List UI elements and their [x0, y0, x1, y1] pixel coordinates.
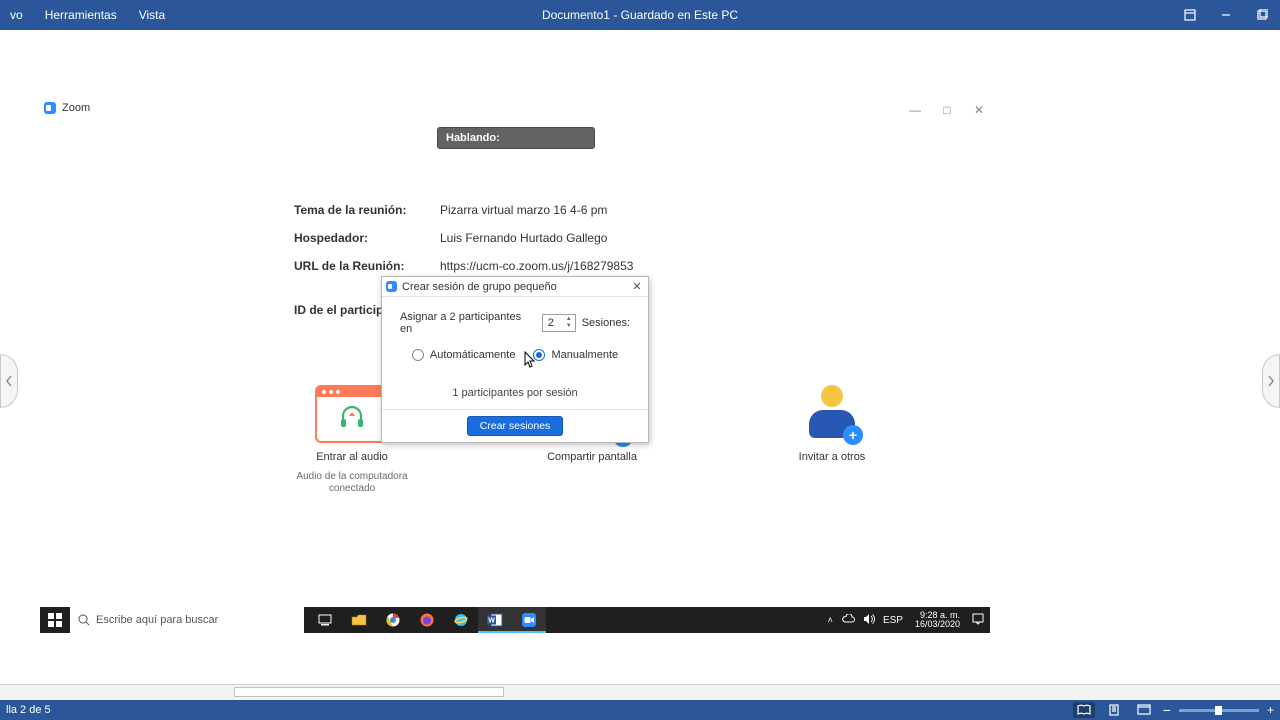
- word-status-bar: lla 2 de 5 − +: [0, 700, 1280, 720]
- info-row-host: Hospedador: Luis Fernando Hurtado Galleg…: [294, 231, 834, 245]
- breakout-assign-prefix: Asignar a 2 participantes en: [400, 311, 536, 335]
- url-label: URL de la Reunión:: [294, 259, 440, 273]
- headphones-icon: [337, 402, 367, 432]
- tile-share-caption: Compartir pantalla: [547, 451, 637, 463]
- taskbar-app-ie[interactable]: [444, 607, 478, 633]
- view-read-mode-icon[interactable]: [1073, 702, 1095, 718]
- status-page-indicator[interactable]: lla 2 de 5: [6, 704, 51, 716]
- tray-clock[interactable]: 9:28 a. m. 16/03/2020: [911, 611, 964, 629]
- host-label: Hospedador:: [294, 231, 440, 245]
- tray-date: 16/03/2020: [915, 620, 960, 629]
- word-maximize-icon[interactable]: [1244, 0, 1280, 30]
- word-doc-title: Documento1 - Guardado en Este PC: [542, 8, 738, 22]
- create-sessions-button[interactable]: Crear sesiones: [467, 416, 564, 436]
- word-menu: vo Herramientas Vista: [0, 2, 173, 28]
- view-web-layout-icon[interactable]: [1133, 702, 1155, 718]
- speaking-indicator: Hablando:: [437, 127, 595, 149]
- radio-icon: [533, 349, 545, 361]
- menu-vista[interactable]: Vista: [131, 2, 173, 28]
- horizontal-scrollbar[interactable]: [0, 684, 1280, 700]
- zoom-minimize-icon[interactable]: —: [908, 103, 922, 117]
- radio-icon: [412, 349, 424, 361]
- breakout-dialog-footer: Crear sesiones: [382, 409, 648, 442]
- taskbar-app-zoom[interactable]: [512, 607, 546, 633]
- zoom-window-controls: — □ ✕: [908, 103, 986, 117]
- taskbar-app-firefox[interactable]: [410, 607, 444, 633]
- breakout-assign-row: Asignar a 2 participantes en 2 ▲▼ Sesion…: [400, 311, 630, 335]
- zoom-window-title: Zoom: [62, 102, 90, 114]
- taskbar-app-word[interactable]: W: [478, 607, 512, 633]
- taskbar-app-taskview[interactable]: [308, 607, 342, 633]
- tile-join-audio-caption: Entrar al audio: [316, 451, 388, 463]
- person-icon: +: [805, 385, 859, 443]
- speaking-label: Hablando:: [446, 132, 500, 144]
- zoom-logo-icon: [44, 102, 56, 114]
- word-title-bar: vo Herramientas Vista Documento1 - Guard…: [0, 0, 1280, 30]
- svg-text:W: W: [488, 618, 495, 625]
- windows-logo-icon: [48, 613, 62, 627]
- breakout-dialog-title: Crear sesión de grupo pequeño: [402, 281, 557, 293]
- spinner-arrows-icon[interactable]: ▲▼: [564, 316, 574, 330]
- zoom-logo-icon: [386, 281, 397, 292]
- menu-archivo[interactable]: vo: [2, 2, 31, 28]
- url-value: https://ucm-co.zoom.us/j/168279853: [440, 259, 633, 273]
- word-minimize-icon[interactable]: [1208, 0, 1244, 30]
- search-icon: [78, 614, 90, 626]
- breakout-count-value: 2: [548, 317, 554, 329]
- breakout-count-spinner[interactable]: 2 ▲▼: [542, 314, 576, 332]
- breakout-mode-radios: Automáticamente Manualmente: [400, 349, 630, 361]
- start-button[interactable]: [40, 607, 70, 633]
- tile-invite-others[interactable]: + Invitar a otros: [772, 385, 892, 495]
- word-fullscreen-icon[interactable]: [1172, 0, 1208, 30]
- taskbar-apps: W: [308, 607, 546, 633]
- add-person-badge-icon: +: [843, 425, 863, 445]
- zoom-close-icon[interactable]: ✕: [972, 103, 986, 117]
- taskbar-app-chrome[interactable]: [376, 607, 410, 633]
- zoom-window-titlebar: Zoom: [40, 99, 990, 117]
- breakout-dialog: Crear sesión de grupo pequeño ✕ Asignar …: [381, 276, 649, 443]
- host-value: Luis Fernando Hurtado Gallego: [440, 231, 607, 245]
- page-next-arrow[interactable]: [1262, 354, 1280, 408]
- radio-automatic-label: Automáticamente: [430, 349, 516, 361]
- breakout-close-icon[interactable]: ✕: [630, 280, 644, 293]
- topic-value: Pizarra virtual marzo 16 4-6 pm: [440, 203, 607, 217]
- windows-taskbar: Escribe aquí para buscar W ˄ ESP 9:28 a.…: [40, 607, 990, 633]
- tile-join-audio-frame: [315, 385, 389, 443]
- tray-notifications-icon[interactable]: [972, 613, 984, 628]
- menu-herramientas[interactable]: Herramientas: [37, 2, 125, 28]
- zoom-maximize-icon[interactable]: □: [940, 103, 954, 117]
- info-row-url: URL de la Reunión: https://ucm-co.zoom.u…: [294, 259, 834, 273]
- breakout-per-session: 1 participantes por sesión: [400, 387, 630, 399]
- zoom-out-icon[interactable]: −: [1163, 706, 1171, 714]
- tray-chevron-up-icon[interactable]: ˄: [828, 615, 833, 625]
- word-window-controls: [1172, 0, 1280, 30]
- tile-invite-frame: +: [795, 385, 869, 443]
- zoom-in-icon[interactable]: +: [1267, 706, 1274, 714]
- zoom-window: Zoom — □ ✕ Hablando: Tema de la reunión:…: [40, 99, 990, 639]
- tray-language[interactable]: ESP: [883, 615, 903, 626]
- info-row-topic: Tema de la reunión: Pizarra virtual marz…: [294, 203, 834, 217]
- topic-label: Tema de la reunión:: [294, 203, 440, 217]
- tray-cloud-icon[interactable]: [841, 614, 855, 627]
- taskbar-tray: ˄ ESP 9:28 a. m. 16/03/2020: [828, 611, 990, 629]
- tile-invite-caption: Invitar a otros: [799, 451, 866, 463]
- taskbar-search-placeholder: Escribe aquí para buscar: [96, 614, 218, 626]
- page-prev-arrow[interactable]: [0, 354, 18, 408]
- tray-volume-icon[interactable]: [863, 614, 875, 627]
- taskbar-search[interactable]: Escribe aquí para buscar: [70, 607, 304, 633]
- view-print-layout-icon[interactable]: [1103, 702, 1125, 718]
- breakout-dialog-header: Crear sesión de grupo pequeño ✕: [382, 277, 648, 297]
- document-area: Zoom — □ ✕ Hablando: Tema de la reunión:…: [0, 30, 1280, 700]
- zoom-slider-knob[interactable]: [1215, 706, 1222, 715]
- zoom-slider[interactable]: [1179, 709, 1259, 712]
- scrollbar-thumb[interactable]: [234, 687, 504, 697]
- taskbar-app-explorer[interactable]: [342, 607, 376, 633]
- radio-manual-label: Manualmente: [551, 349, 618, 361]
- tile-join-audio-sub: Audio de la computadora conectado: [292, 471, 412, 495]
- radio-automatic[interactable]: Automáticamente: [412, 349, 516, 361]
- radio-manual[interactable]: Manualmente: [533, 349, 618, 361]
- breakout-sessions-suffix: Sesiones:: [582, 317, 630, 329]
